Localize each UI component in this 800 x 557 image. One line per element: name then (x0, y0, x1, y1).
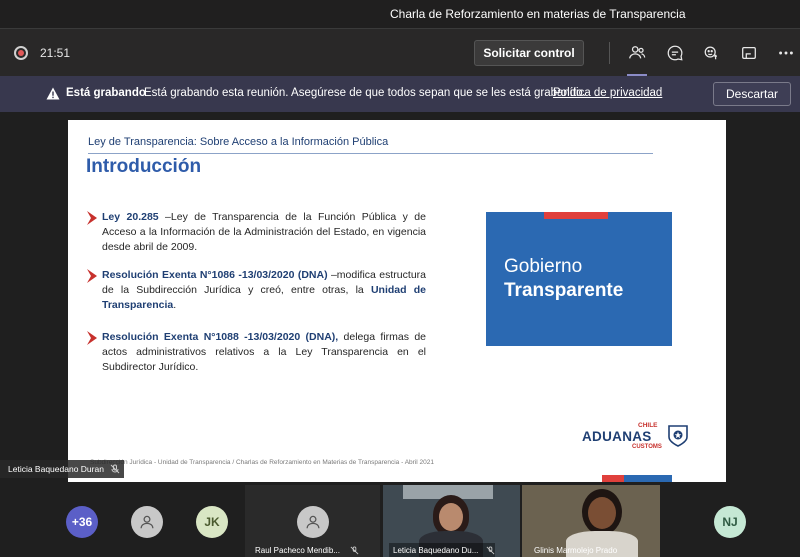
participant-avatar-jk[interactable]: JK (196, 506, 228, 538)
window-title: Charla de Reforzamiento en materias de T… (390, 7, 686, 21)
recording-message: Está grabando esta reunión. Asegúrese de… (144, 87, 586, 99)
recording-label: Está grabando (66, 87, 146, 99)
meeting-timer: 21:51 (40, 46, 71, 60)
teams-meeting-window: Charla de Reforzamiento en materias de T… (0, 0, 800, 557)
logo-line-2: Transparente (504, 280, 624, 301)
presenter-name: Leticia Baquedano Duran (8, 464, 104, 474)
bullet-2-tail: . (173, 299, 177, 311)
slide-header-divider (88, 153, 653, 154)
logo-line-1: Gobierno (504, 256, 583, 277)
shared-content-stage: Ley de Transparencia: Sobre Acceso a la … (0, 112, 800, 485)
recording-banner: Está grabando Está grabando esta reunión… (0, 76, 800, 112)
aduanas-name-text: ADUANAS (582, 429, 652, 444)
bullet-arrow-icon (87, 269, 97, 283)
participant-1-label: Raul Pacheco Mendib... (255, 545, 340, 555)
mic-muted-icon (110, 464, 120, 474)
participant-avatar-icon (297, 506, 329, 538)
participant-video-face (439, 503, 463, 531)
participant-2-label: Leticia Baquedano Du... (393, 545, 479, 555)
more-icon[interactable] (774, 41, 798, 65)
slide-footer: Subdirección Jurídica - Unidad de Transp… (90, 459, 434, 466)
participant-avatar-nj[interactable]: NJ (714, 506, 746, 538)
shield-icon (668, 425, 688, 447)
participant-tile-3[interactable]: Glinis Marmolejo Prado (522, 485, 660, 557)
title-bar: Charla de Reforzamiento en materias de T… (0, 0, 800, 28)
bullet-arrow-icon (87, 331, 97, 345)
participant-tile-2[interactable]: Leticia Baquedano Du... (383, 485, 520, 557)
participants-strip: +36 JK Raul Pacheco Mendib... Leticia Ba… (0, 485, 800, 557)
footer-red-bar (602, 475, 624, 482)
participant-2-name: Leticia Baquedano Du... (389, 543, 496, 557)
slide-bullet-2: Resolución Exenta N°1086 -13/03/2020 (DN… (86, 268, 426, 313)
slide-bullet-3: Resolución Exenta N°1088 -13/03/2020 (DN… (86, 330, 426, 375)
toolbar-divider (609, 42, 610, 64)
request-control-button[interactable]: Solicitar control (474, 40, 584, 66)
slide-header: Ley de Transparencia: Sobre Acceso a la … (88, 136, 389, 148)
share-tray-icon[interactable] (737, 41, 761, 65)
mic-muted-icon (486, 545, 495, 554)
presentation-slide: Ley de Transparencia: Sobre Acceso a la … (68, 120, 726, 482)
bullet-arrow-icon (87, 211, 97, 225)
participant-3-label: Glinis Marmolejo Prado (534, 545, 618, 555)
dismiss-button[interactable]: Descartar (713, 82, 791, 106)
people-icon[interactable] (625, 41, 649, 65)
mic-muted-icon (350, 545, 359, 554)
slide-bullet-1: Ley 20.285 –Ley de Transparencia de la F… (86, 210, 426, 255)
warning-icon (46, 87, 60, 100)
slide-title: Introducción (86, 156, 202, 177)
participant-avatar-icon[interactable] (131, 506, 163, 538)
meeting-toolbar: 21:51 Solicitar control (0, 28, 800, 76)
recording-indicator-icon (14, 46, 28, 60)
participant-video-face (588, 497, 616, 529)
bullet-3-bold: Resolución Exenta N°1088 -13/03/2020 (DN… (102, 331, 339, 343)
participant-1-name: Raul Pacheco Mendib... (251, 543, 359, 557)
chat-icon[interactable] (663, 41, 687, 65)
aduanas-customs-text: CUSTOMS (632, 444, 662, 450)
participant-tile-1[interactable]: Raul Pacheco Mendib... (245, 485, 380, 557)
bullet-2-bold: Resolución Exenta N°1086 -13/03/2020 (DN… (102, 269, 328, 281)
reactions-icon[interactable] (700, 41, 724, 65)
aduanas-logo: CHILE ADUANAS CUSTOMS (582, 422, 690, 452)
aduanas-chile-text: CHILE (638, 422, 658, 429)
logo-red-bar (544, 212, 608, 219)
presenter-name-tag: Leticia Baquedano Duran (0, 460, 124, 478)
bullet-1-bold: Ley 20.285 (102, 211, 159, 223)
participant-3-name: Glinis Marmolejo Prado (530, 543, 617, 557)
privacy-policy-link[interactable]: Política de privacidad (553, 87, 662, 99)
overflow-participants-button[interactable]: +36 (66, 506, 98, 538)
gobierno-transparente-logo: Gobierno Transparente (486, 212, 672, 346)
